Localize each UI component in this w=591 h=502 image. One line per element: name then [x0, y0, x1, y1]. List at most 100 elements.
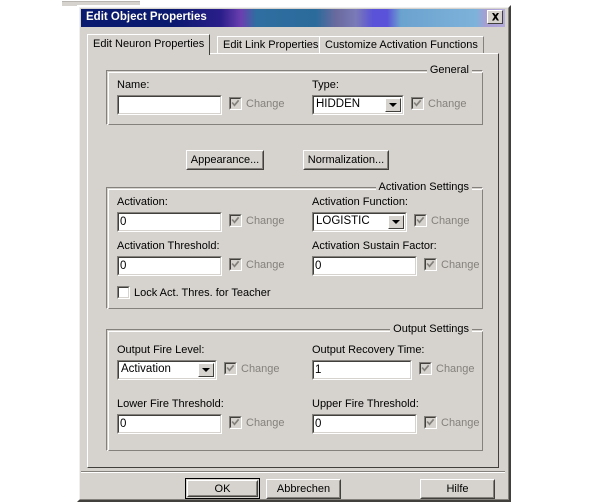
activation-threshold-input-field[interactable] [120, 258, 217, 273]
ok-button-label: OK [214, 482, 231, 495]
check-icon [421, 364, 430, 372]
activation-function-combobox[interactable]: LOGISTIC [312, 212, 407, 232]
activation-change-checkbox-row[interactable]: Change [229, 214, 285, 227]
output-recovery-time-label: Output Recovery Time: [312, 344, 425, 356]
ok-button[interactable]: OK [185, 478, 260, 499]
chevron-down-icon[interactable] [198, 363, 214, 377]
output-recovery-time-input[interactable] [312, 360, 412, 380]
activation-sustain-factor-input[interactable] [312, 256, 417, 276]
checkbox-bevel [118, 287, 129, 298]
check-icon [231, 260, 240, 268]
lower-fire-threshold-change-checkbox-row[interactable]: Change [229, 416, 285, 429]
activation-input[interactable] [117, 212, 222, 232]
name-change-checkbox[interactable] [229, 97, 242, 110]
upper-fire-threshold-change-checkbox-row[interactable]: Change [424, 416, 480, 429]
activation-threshold-label: Activation Threshold: [117, 240, 220, 252]
check-icon [226, 364, 235, 372]
output-fire-level-change-checkbox-row[interactable]: Change [224, 362, 280, 375]
upper-fire-threshold-input-field[interactable] [315, 416, 412, 431]
output-recovery-time-input-field[interactable] [315, 362, 407, 377]
upper-fire-threshold-change-label: Change [441, 416, 480, 429]
output-settings-groupbox: Output Settings Output Fire Level: Activ… [106, 323, 483, 451]
type-change-label: Change [428, 97, 467, 110]
tab-label: Edit Link Properties [223, 39, 319, 51]
lower-fire-threshold-label: Lower Fire Threshold: [117, 398, 224, 410]
general-groupbox: General Name: Change Type: HIDDEN Change [106, 64, 483, 125]
help-button[interactable]: Hilfe [420, 479, 495, 499]
lock-act-thres-label: Lock Act. Thres. for Teacher [134, 286, 271, 299]
check-icon [231, 418, 240, 426]
tab-label: Edit Neuron Properties [93, 38, 205, 50]
appearance-button[interactable]: Appearance... [186, 150, 264, 170]
activation-change-checkbox[interactable] [229, 214, 242, 227]
output-fire-level-combobox[interactable]: Activation [117, 360, 217, 380]
chevron-down-icon[interactable] [385, 98, 401, 112]
activation-threshold-input[interactable] [117, 256, 222, 276]
footer-separator [81, 471, 505, 473]
tab-content-panel: General Name: Change Type: HIDDEN Change… [87, 53, 499, 468]
name-input-field[interactable] [120, 97, 217, 112]
activation-input-field[interactable] [120, 214, 217, 229]
name-label: Name: [117, 79, 150, 91]
activation-function-change-checkbox[interactable] [414, 214, 427, 227]
appearance-button-label: Appearance... [190, 154, 260, 166]
activation-threshold-change-label: Change [246, 258, 285, 271]
name-change-checkbox-row[interactable]: Change [229, 97, 285, 110]
output-recovery-time-change-label: Change [436, 362, 475, 375]
type-label: Type: [312, 79, 339, 91]
activation-settings-groupbox: Activation Settings Activation: Change A… [106, 181, 483, 309]
chevron-down-icon[interactable] [388, 215, 404, 229]
activation-function-label: Activation Function: [312, 196, 408, 208]
upper-fire-threshold-input[interactable] [312, 414, 417, 434]
activation-label: Activation: [117, 196, 168, 208]
output-recovery-time-change-checkbox-row[interactable]: Change [419, 362, 475, 375]
check-icon [426, 260, 435, 268]
lower-fire-threshold-change-label: Change [246, 416, 285, 429]
upper-fire-threshold-change-checkbox[interactable] [424, 416, 437, 429]
type-change-checkbox-row[interactable]: Change [411, 97, 467, 110]
activation-change-label: Change [246, 214, 285, 227]
tab-strip: Edit Neuron Properties Edit Link Propert… [87, 34, 499, 55]
lock-act-thres-checkbox[interactable] [117, 286, 130, 299]
output-recovery-time-change-checkbox[interactable] [419, 362, 432, 375]
lower-fire-threshold-input[interactable] [117, 414, 222, 434]
close-icon[interactable] [487, 10, 503, 24]
output-fire-level-combobox-value: Activation [121, 363, 171, 375]
tab-customize-activation-functions[interactable]: Customize Activation Functions [319, 36, 484, 54]
tab-label: Customize Activation Functions [325, 39, 478, 51]
activation-threshold-change-checkbox[interactable] [229, 258, 242, 271]
name-input[interactable] [117, 95, 222, 115]
activation-threshold-change-checkbox-row[interactable]: Change [229, 258, 285, 271]
lower-fire-threshold-change-checkbox[interactable] [229, 416, 242, 429]
dialog-titlebar[interactable]: Edit Object Properties [81, 9, 505, 27]
cancel-button-label: Abbrechen [276, 483, 331, 495]
activation-function-change-label: Change [431, 214, 470, 227]
normalization-button-label: Normalization... [307, 154, 385, 166]
general-group-legend: General [426, 64, 472, 76]
activation-sustain-factor-change-checkbox[interactable] [424, 258, 437, 271]
type-change-checkbox[interactable] [411, 97, 424, 110]
lock-act-thres-checkbox-row[interactable]: Lock Act. Thres. for Teacher [117, 286, 271, 299]
edit-object-properties-dialog: Edit Object Properties Edit Neuron Prope… [77, 5, 511, 502]
type-combobox[interactable]: HIDDEN [312, 95, 404, 115]
check-icon [413, 99, 422, 107]
check-icon [231, 216, 240, 224]
activation-sustain-factor-change-checkbox-row[interactable]: Change [424, 258, 480, 271]
upper-fire-threshold-label: Upper Fire Threshold: [312, 398, 419, 410]
output-settings-group-legend: Output Settings [390, 323, 472, 335]
activation-function-change-checkbox-row[interactable]: Change [414, 214, 470, 227]
normalization-button[interactable]: Normalization... [303, 150, 389, 170]
activation-sustain-factor-label: Activation Sustain Factor: [312, 240, 437, 252]
activation-sustain-factor-change-label: Change [441, 258, 480, 271]
activation-settings-group-legend: Activation Settings [375, 181, 472, 193]
lower-fire-threshold-input-field[interactable] [120, 416, 217, 431]
output-fire-level-change-label: Change [241, 362, 280, 375]
tab-edit-neuron-properties[interactable]: Edit Neuron Properties [87, 34, 211, 55]
output-fire-level-label: Output Fire Level: [117, 344, 205, 356]
tab-edit-link-properties[interactable]: Edit Link Properties [217, 36, 325, 54]
output-fire-level-change-checkbox[interactable] [224, 362, 237, 375]
activation-sustain-factor-input-field[interactable] [315, 258, 412, 273]
name-change-label: Change [246, 97, 285, 110]
type-combobox-value: HIDDEN [316, 98, 361, 110]
cancel-button[interactable]: Abbrechen [266, 479, 341, 499]
